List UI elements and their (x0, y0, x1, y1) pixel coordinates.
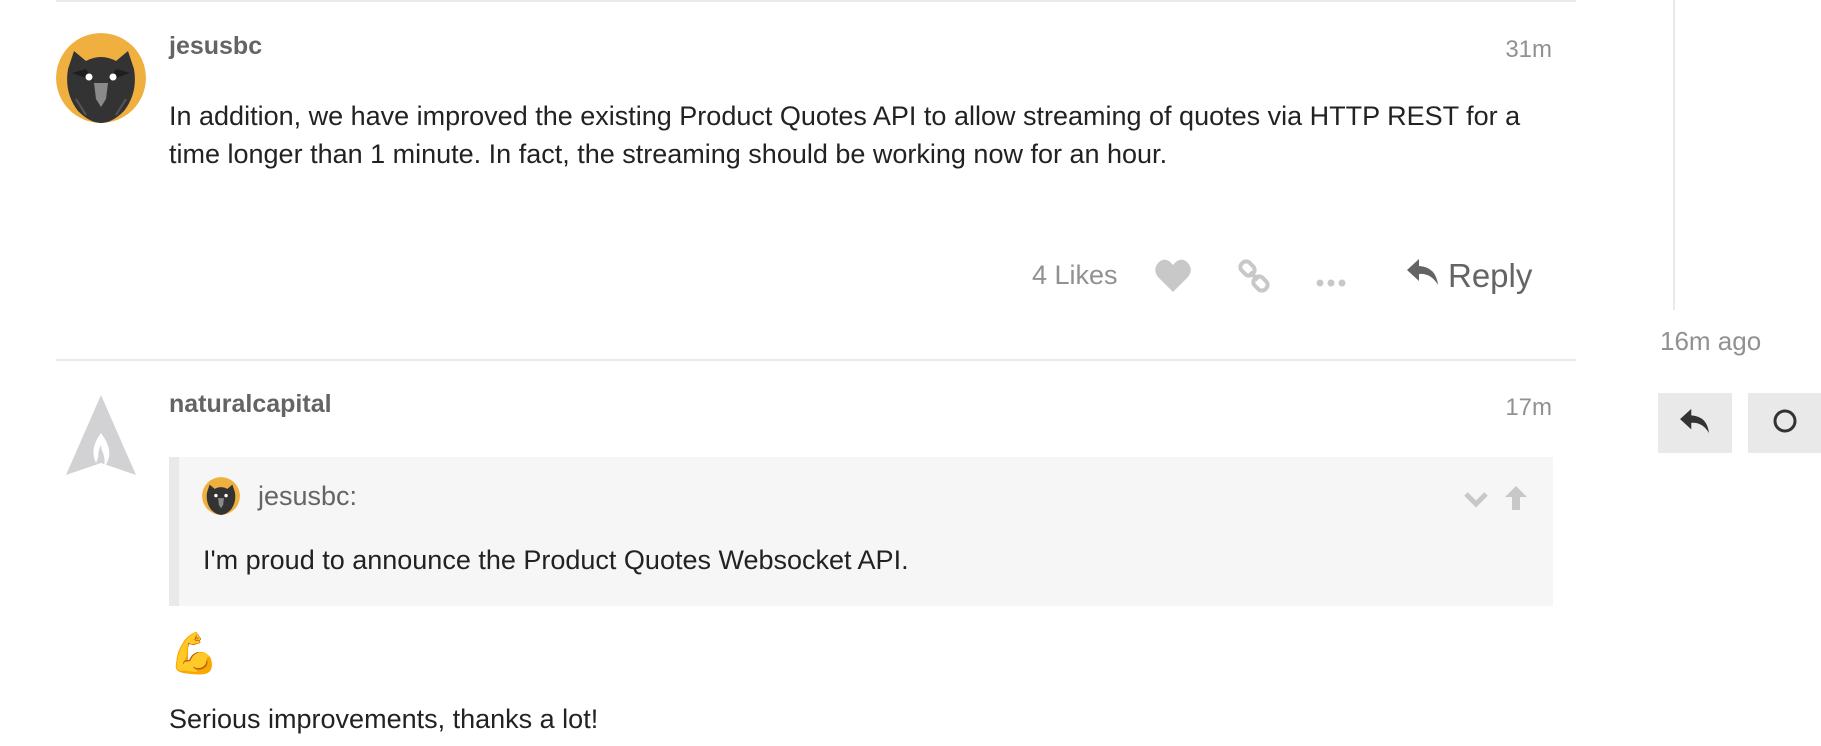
post-username[interactable]: naturalcapital (169, 390, 332, 419)
circle-icon (1772, 408, 1798, 439)
more-icon[interactable] (1316, 274, 1346, 292)
avatar-naturalcapital[interactable] (56, 393, 146, 483)
quote-avatar[interactable] (202, 477, 240, 515)
likes-count[interactable]: 4 Likes (1032, 260, 1118, 291)
reply-label: Reply (1448, 257, 1533, 294)
post-time[interactable]: 17m (1505, 394, 1552, 422)
eagle-avatar-icon (202, 477, 240, 515)
post-divider-top (56, 0, 1576, 2)
eagle-avatar-icon (56, 33, 146, 123)
quote-block: jesusbc: I'm proud to announce the Produ… (169, 457, 1553, 606)
quote-username[interactable]: jesusbc: (258, 481, 357, 512)
reply-icon (1406, 257, 1440, 295)
reply-icon (1679, 407, 1711, 440)
chevron-down-icon[interactable] (1463, 491, 1489, 514)
timeline-date[interactable]: 16m ago (1660, 326, 1761, 357)
reply-button[interactable]: Reply (1406, 252, 1532, 300)
avatar-jesusbc[interactable] (56, 33, 146, 123)
post-time[interactable]: 31m (1505, 36, 1552, 64)
flame-triangle-avatar-icon (66, 395, 136, 475)
post-body: In addition, we have improved the existi… (169, 101, 1521, 169)
timeline-reply-button[interactable] (1658, 393, 1732, 453)
post-body: Serious improvements, thanks a lot! (169, 704, 599, 734)
heart-icon[interactable] (1154, 258, 1192, 299)
quote-text: I'm proud to announce the Product Quotes… (203, 545, 909, 575)
post-username[interactable]: jesusbc (169, 32, 262, 61)
post-divider (56, 359, 1576, 361)
link-icon[interactable] (1236, 258, 1272, 299)
arrow-up-icon[interactable] (1504, 485, 1528, 516)
flexed-biceps-emoji: 💪 (169, 632, 219, 676)
timeline-scroll-line[interactable] (1673, 0, 1675, 310)
timeline-circle-button[interactable] (1748, 393, 1821, 453)
post-actions: 4 Likes Reply (1020, 250, 1560, 304)
